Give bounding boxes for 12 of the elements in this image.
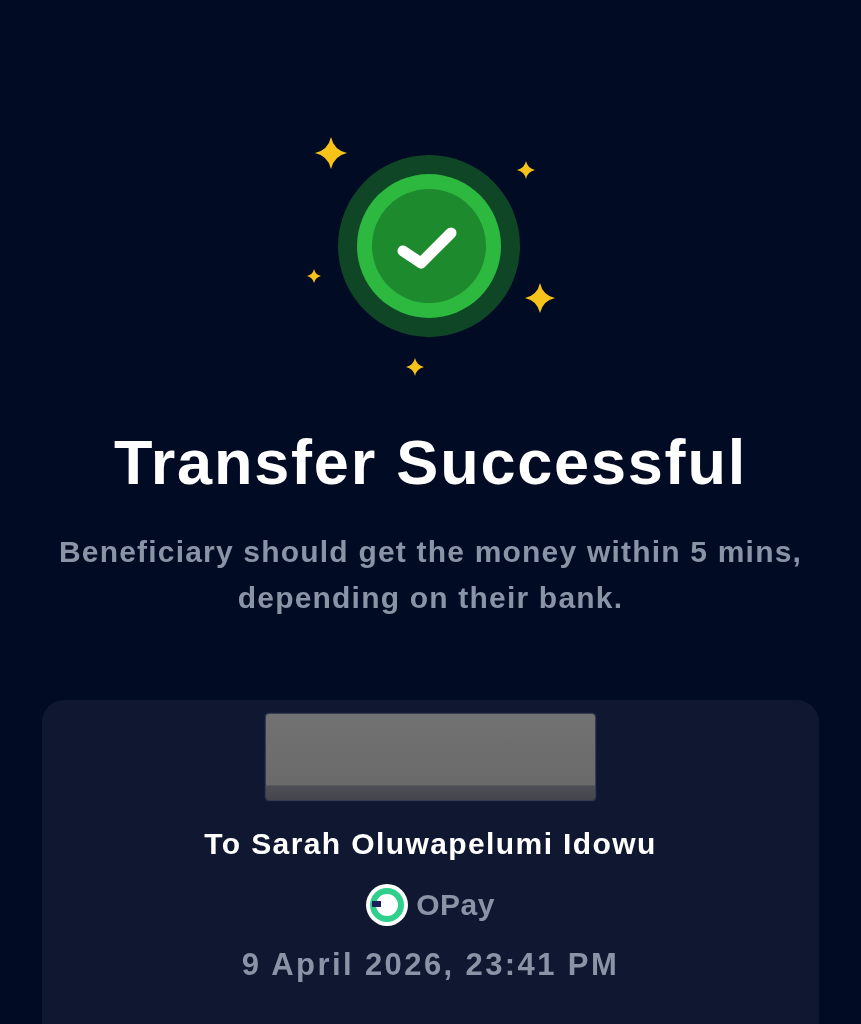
sparkle-icon: [525, 283, 555, 313]
transfer-date: 9 April 2026, 23:41 PM: [241, 946, 620, 984]
sparkle-icon: [406, 358, 424, 376]
recipient-name: To Sarah Oluwapelumi Idowu: [204, 826, 657, 862]
bank-name: OPay: [416, 887, 495, 923]
sparkle-icon: [315, 137, 347, 169]
success-message: Beneficiary should get the money within 5 mins, depending on their bank.: [57, 534, 804, 616]
sparkle-icon: [307, 269, 321, 283]
success-title: Transfer Successful: [114, 426, 747, 498]
bank-logo-icon: [366, 884, 409, 926]
sparkle-icon: [517, 161, 535, 179]
success-check-icon: [338, 155, 520, 337]
